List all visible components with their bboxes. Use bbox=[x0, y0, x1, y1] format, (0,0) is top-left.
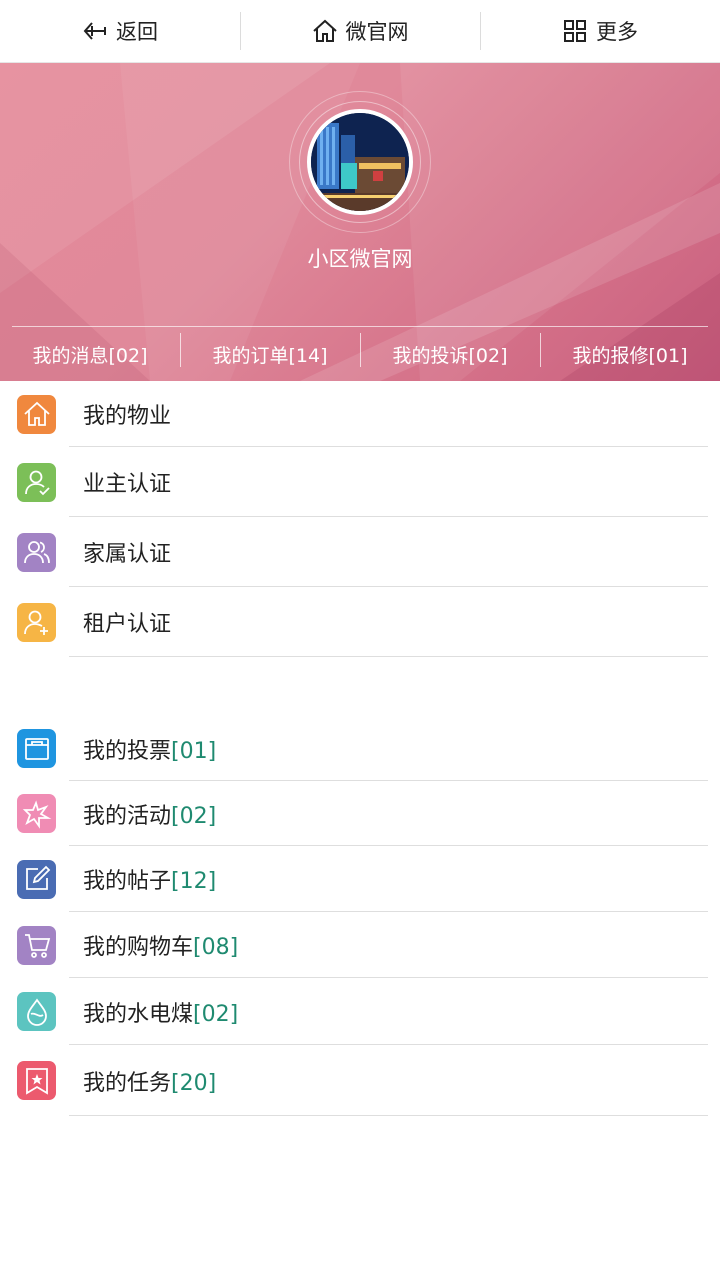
menu-item-my-votes[interactable]: 我的投票[01] bbox=[0, 716, 720, 781]
stat-repairs[interactable]: 我的报修[01] bbox=[540, 332, 720, 368]
back-button[interactable]: 返回 bbox=[0, 0, 240, 62]
menu-label: 我的帖子[12] bbox=[83, 869, 217, 894]
user-check-icon bbox=[17, 462, 56, 502]
profile-banner: 小区微官网 我的消息[02] 我的订单[14] 我的投诉[02] 我的报修[01… bbox=[0, 63, 720, 381]
users-icon bbox=[17, 532, 56, 572]
grid-icon bbox=[564, 20, 586, 42]
personal-menu: 我的投票[01] 我的活动[02] 我的帖子[12] 我的购物车[08] 我的水… bbox=[0, 716, 720, 1116]
stats-bar: 我的消息[02] 我的订单[14] 我的投诉[02] 我的报修[01] bbox=[0, 327, 720, 381]
menu-item-my-posts[interactable]: 我的帖子[12] bbox=[0, 846, 720, 912]
back-arrow-icon bbox=[83, 22, 106, 40]
menu-label: 家属认证 bbox=[83, 542, 172, 567]
menu-item-my-utilities[interactable]: 我的水电煤[02] bbox=[0, 978, 720, 1045]
ballot-box-icon bbox=[17, 729, 56, 768]
menu-item-my-tasks[interactable]: 我的任务[20] bbox=[0, 1045, 720, 1116]
home-label: 微官网 bbox=[345, 20, 409, 44]
property-menu: 我的物业 业主认证 家属认证 租户认证 bbox=[0, 381, 720, 657]
menu-label: 我的投票[01] bbox=[83, 738, 217, 764]
more-button[interactable]: 更多 bbox=[480, 0, 720, 62]
site-name: 小区微官网 bbox=[307, 247, 413, 271]
menu-item-my-cart[interactable]: 我的购物车[08] bbox=[0, 912, 720, 978]
star-burst-icon bbox=[17, 794, 56, 833]
avatar[interactable] bbox=[307, 109, 413, 215]
bookmark-star-icon bbox=[17, 1061, 56, 1100]
stat-messages[interactable]: 我的消息[02] bbox=[0, 341, 180, 368]
menu-label: 我的购物车[08] bbox=[83, 935, 239, 960]
menu-item-my-activities[interactable]: 我的活动[02] bbox=[0, 781, 720, 846]
avatar-halo bbox=[289, 91, 431, 233]
back-label: 返回 bbox=[116, 20, 158, 44]
building-photo-icon bbox=[311, 113, 409, 211]
home-button[interactable]: 微官网 bbox=[240, 0, 480, 62]
cart-icon bbox=[17, 925, 56, 965]
menu-label: 我的水电煤[02] bbox=[83, 1001, 239, 1027]
menu-label: 租户认证 bbox=[83, 612, 172, 637]
menu-item-tenant-verification[interactable]: 租户认证 bbox=[0, 587, 720, 657]
stat-complaints[interactable]: 我的投诉[02] bbox=[360, 332, 540, 368]
home-icon bbox=[312, 19, 337, 42]
water-drop-icon bbox=[17, 992, 56, 1031]
menu-item-family-verification[interactable]: 家属认证 bbox=[0, 517, 720, 587]
top-navigation-bar: 返回 微官网 更多 bbox=[0, 0, 720, 63]
menu-label: 我的物业 bbox=[83, 404, 172, 429]
edit-icon bbox=[17, 859, 56, 899]
menu-label: 我的活动[02] bbox=[83, 803, 217, 829]
more-label: 更多 bbox=[596, 20, 638, 44]
user-plus-icon bbox=[17, 602, 56, 642]
stat-orders[interactable]: 我的订单[14] bbox=[180, 332, 360, 368]
house-icon bbox=[17, 394, 56, 434]
menu-item-my-property[interactable]: 我的物业 bbox=[0, 381, 720, 447]
menu-item-owner-verification[interactable]: 业主认证 bbox=[0, 447, 720, 517]
menu-label: 我的任务[20] bbox=[83, 1070, 217, 1096]
menu-label: 业主认证 bbox=[83, 472, 172, 497]
